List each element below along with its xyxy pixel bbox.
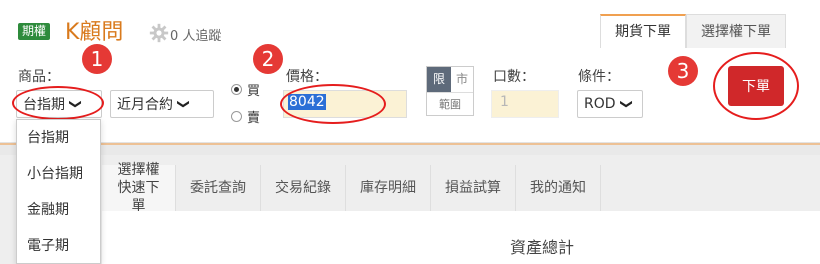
nav-options-quick-order[interactable]: 選擇權 快速下單	[102, 162, 176, 214]
quantity-input[interactable]: 1	[491, 90, 559, 118]
annotation-marker-1: 1	[82, 44, 112, 74]
tab-options-order[interactable]: 選擇權下單	[686, 14, 786, 48]
price-label: 價格：	[286, 69, 328, 85]
contract-select-value: 近月合約	[117, 97, 173, 113]
limit-option[interactable]: 限	[427, 67, 451, 92]
tab-futures-order[interactable]: 期貨下單	[600, 14, 686, 48]
accent-line	[0, 143, 820, 145]
content-area	[102, 211, 820, 264]
quantity-label: 口數：	[493, 69, 535, 85]
section-title: 資產總計	[510, 238, 575, 257]
range-button[interactable]: 範圍	[427, 92, 473, 116]
buy-radio[interactable]: 買	[231, 80, 260, 99]
nav-pnl-calc[interactable]: 損益試算	[431, 165, 516, 211]
price-type-toggle: 限 市 範圍	[426, 66, 474, 116]
follower-count: 0 人追蹤	[170, 29, 222, 44]
highlight-oval-product	[12, 86, 104, 120]
gear-icon[interactable]	[148, 22, 170, 44]
product-dropdown: 台指期 小台指期 金融期 電子期	[16, 119, 101, 264]
chevron-down-icon: ❯	[177, 98, 192, 110]
sell-label: 賣	[247, 111, 261, 126]
chevron-down-icon: ❯	[619, 98, 634, 110]
dropdown-item-taiex[interactable]: 台指期	[17, 120, 100, 156]
condition-select-value: ROD	[584, 96, 616, 112]
product-label: 商品：	[18, 69, 60, 85]
nav-inventory[interactable]: 庫存明細	[346, 165, 431, 211]
market-option[interactable]: 市	[451, 67, 473, 92]
condition-label: 條件：	[578, 69, 620, 85]
contract-select[interactable]: 近月合約 ❯	[110, 90, 214, 118]
condition-select[interactable]: ROD ❯	[577, 90, 643, 118]
nav-trade-history[interactable]: 交易紀錄	[261, 165, 346, 211]
nav-notifications[interactable]: 我的通知	[516, 165, 601, 211]
annotation-marker-2: 2	[253, 44, 283, 74]
sell-radio[interactable]: 賣	[231, 107, 260, 126]
order-type-tabs: 期貨下單 選擇權下單	[600, 14, 786, 48]
highlight-oval-order	[713, 52, 799, 120]
radio-icon	[231, 111, 242, 122]
dropdown-item-finance[interactable]: 金融期	[17, 192, 100, 228]
dropdown-item-mini-taiex[interactable]: 小台指期	[17, 156, 100, 192]
product-badge: 期權	[18, 23, 51, 40]
highlight-oval-price	[280, 84, 386, 124]
brand-title: K顧問	[65, 20, 124, 45]
dropdown-item-electronics[interactable]: 電子期	[17, 228, 100, 264]
annotation-marker-3: 3	[668, 56, 698, 86]
nav-order-query[interactable]: 委託查詢	[176, 165, 261, 211]
buy-label: 買	[247, 84, 261, 99]
bottom-nav: 選擇權 快速下單 委託查詢 交易紀錄 庫存明細 損益試算 我的通知	[102, 162, 601, 214]
radio-selected-icon	[231, 84, 242, 95]
